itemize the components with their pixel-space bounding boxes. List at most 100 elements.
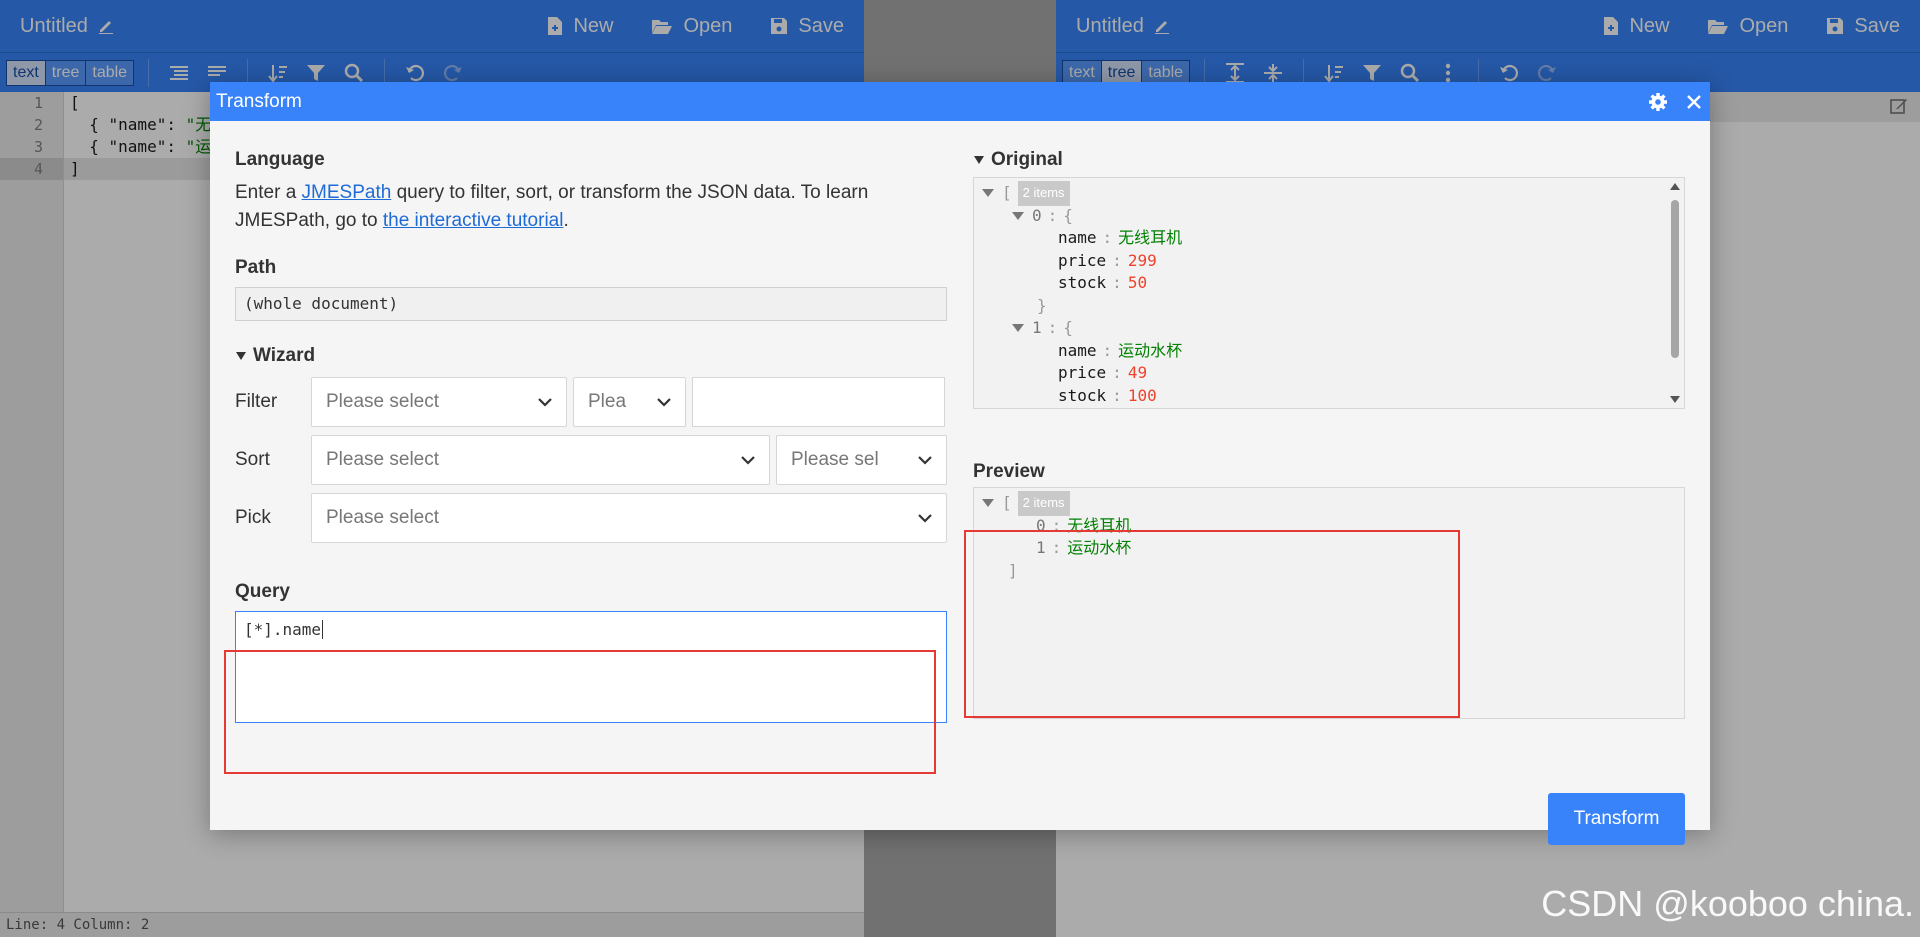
gear-icon[interactable] [1648, 92, 1668, 112]
tree-key: stock [1058, 273, 1107, 292]
select-placeholder: Plea [588, 391, 627, 412]
sort-order-select[interactable]: Please sel [776, 435, 947, 485]
tree-number-value: 100 [1127, 385, 1157, 405]
tree-row-field: name: 运动水杯 [982, 340, 1684, 363]
query-text: [*].name [244, 620, 322, 639]
tree-row-field: name: 无线耳机 [982, 227, 1684, 250]
original-tree[interactable]: [2 items 0:{ name: 无线耳机 price:299 stock:5… [973, 177, 1685, 409]
expand-toggle-icon[interactable] [1012, 211, 1024, 220]
tree-row-item: 1: 运动水杯 [982, 537, 1684, 560]
expand-toggle-icon[interactable] [982, 499, 994, 508]
sort-row: Sort Please select Please sel [235, 431, 947, 489]
separator: : [1102, 228, 1113, 247]
caret-down-icon [235, 351, 247, 361]
preview-tree[interactable]: [2 items 0: 无线耳机 1: 运动水杯 ] [973, 487, 1685, 719]
pick-select[interactable]: Please select [311, 493, 947, 543]
tree-key: price [1058, 250, 1107, 270]
bracket: [ [1002, 493, 1012, 512]
transform-modal: Transform Language Enter a JMESPath quer… [210, 82, 1710, 845]
pick-label: Pick [235, 507, 271, 528]
tree-row-item: 0: 无线耳机 [982, 515, 1684, 538]
language-heading: Language [235, 149, 325, 170]
tree-row-close: ] [982, 560, 1684, 583]
separator: : [1047, 318, 1058, 337]
tree-row-field: price:49 [982, 362, 1684, 385]
filter-field-select[interactable]: Please select [311, 377, 567, 427]
vertical-scrollbar[interactable] [1666, 178, 1684, 408]
tutorial-link[interactable]: the interactive tutorial [383, 210, 564, 231]
filter-value-input[interactable] [692, 377, 945, 427]
watermark: CSDN @kooboo china. [1541, 883, 1914, 924]
bracket: ] [1008, 560, 1018, 580]
separator: : [1047, 205, 1058, 225]
modal-header: Transform [210, 82, 1710, 121]
modal-title: Transform [216, 90, 302, 112]
bracket: { [1063, 205, 1073, 225]
pick-row: Pick Please select [235, 489, 947, 547]
tree-key: name [1058, 228, 1097, 247]
tree-row-field: stock:50 [982, 272, 1684, 295]
tree-number-value: 50 [1127, 273, 1148, 292]
items-count-badge: 2 items [1017, 491, 1070, 516]
preview-heading: Preview [973, 461, 1045, 482]
original-heading[interactable]: Original [973, 149, 1685, 171]
path-heading: Path [235, 257, 277, 278]
query-textarea[interactable]: [*].name [235, 611, 947, 723]
tree-number-value: 49 [1127, 363, 1148, 382]
items-count-badge: 2 items [1017, 181, 1070, 206]
sort-label: Sort [235, 449, 270, 470]
tree-string-value: 运动水杯 [1067, 538, 1132, 557]
separator: : [1051, 538, 1062, 557]
tree-index: 0 [1036, 515, 1046, 535]
select-placeholder: Please sel [791, 449, 879, 470]
tree-key: name [1058, 340, 1097, 360]
filter-label: Filter [235, 391, 278, 412]
filter-operator-select[interactable]: Plea [573, 377, 686, 427]
sort-field-select[interactable]: Please select [311, 435, 770, 485]
chevron-down-icon [918, 455, 932, 465]
chevron-down-icon [918, 513, 932, 523]
filter-row: Filter Please select Plea [235, 373, 947, 431]
scroll-down-arrow-icon[interactable] [1670, 396, 1680, 403]
separator: : [1112, 273, 1122, 292]
tree-string-value: 无线耳机 [1067, 515, 1132, 535]
bracket: { [1063, 318, 1073, 337]
scrollbar-thumb[interactable] [1671, 200, 1679, 358]
separator: : [1112, 363, 1122, 382]
path-field[interactable]: (whole document) [235, 287, 947, 321]
wizard-heading[interactable]: Wizard [235, 345, 947, 367]
select-placeholder: Please select [326, 507, 440, 528]
bracket: [ [1002, 183, 1012, 202]
tree-number-value: 299 [1127, 250, 1157, 270]
caret-down-icon [973, 155, 985, 165]
jmespath-link[interactable]: JMESPath [302, 182, 392, 203]
chevron-down-icon [538, 397, 552, 407]
tree-row-close: } [982, 295, 1684, 318]
text-cursor [322, 620, 324, 639]
language-description: Enter a JMESPath query to filter, sort, … [235, 179, 947, 235]
transform-button[interactable]: Transform [1548, 793, 1685, 845]
tree-key: price [1058, 363, 1107, 382]
desc-text: Enter a [235, 182, 302, 203]
tree-string-value: 无线耳机 [1118, 228, 1183, 247]
modal-left-column: Language Enter a JMESPath query to filte… [235, 149, 947, 723]
query-heading: Query [235, 581, 290, 602]
separator: : [1102, 340, 1113, 360]
bracket: } [1037, 295, 1047, 315]
expand-toggle-icon[interactable] [1012, 324, 1024, 333]
close-icon[interactable] [1686, 94, 1702, 110]
tree-row-root: [2 items [982, 491, 1684, 516]
expand-toggle-icon[interactable] [982, 189, 994, 198]
scroll-up-arrow-icon[interactable] [1670, 183, 1680, 190]
modal-right-column: Original [2 items 0:{ name: 无线耳机 price:29… [973, 149, 1685, 719]
chevron-down-icon [657, 397, 671, 407]
tree-index: 1 [1032, 318, 1042, 337]
tree-row-root: [2 items [982, 181, 1684, 206]
wizard-heading-text: Wizard [253, 345, 316, 366]
tree-row-field: price:299 [982, 250, 1684, 273]
tree-string-value: 运动水杯 [1118, 340, 1183, 360]
original-heading-text: Original [991, 149, 1063, 170]
desc-text: . [563, 210, 569, 231]
separator: : [1051, 515, 1062, 535]
select-placeholder: Please select [326, 391, 440, 412]
